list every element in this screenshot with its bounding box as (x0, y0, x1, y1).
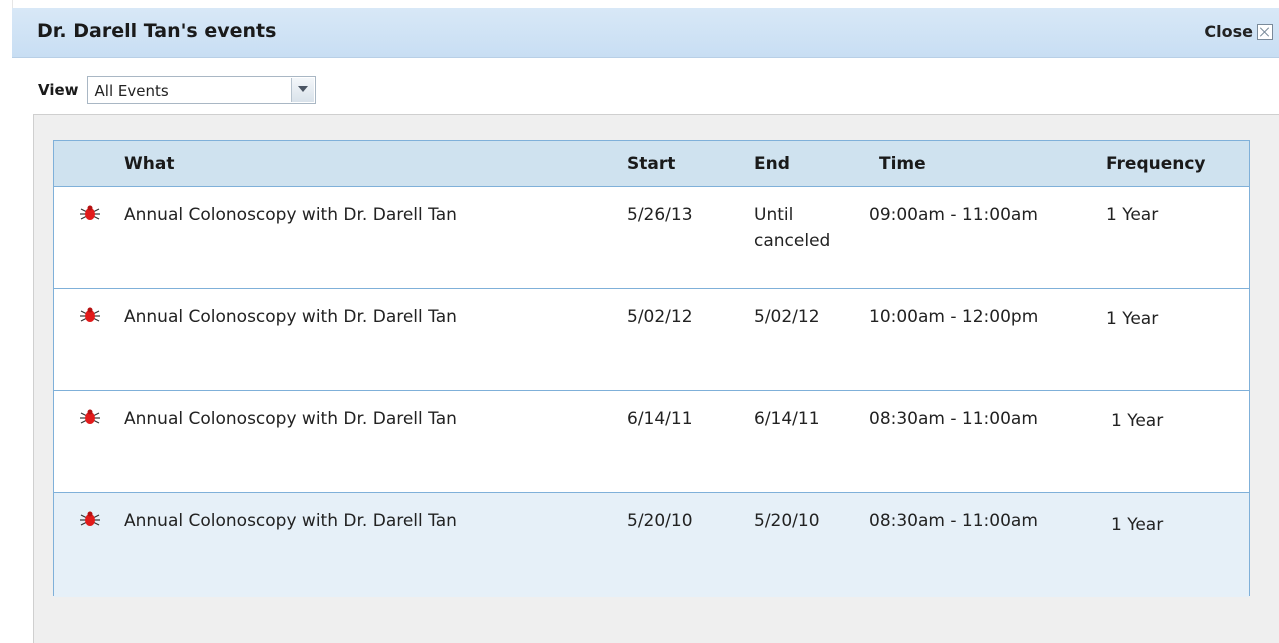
event-end: 5/02/12 (754, 307, 820, 327)
event-what[interactable]: Annual Colonoscopy with Dr. Darell Tan (124, 202, 457, 228)
bug-icon (80, 307, 100, 322)
view-label: View (38, 81, 79, 99)
column-header-frequency[interactable]: Frequency (1106, 154, 1206, 174)
bug-icon (80, 205, 100, 220)
view-filter: View All Events (38, 76, 316, 104)
event-time: 10:00am - 12:00pm (869, 307, 1039, 327)
bug-icon (80, 409, 100, 424)
close-label: Close (1204, 22, 1253, 41)
event-start: 5/02/12 (627, 307, 693, 327)
close-button[interactable]: Close (1204, 22, 1273, 41)
view-select[interactable]: All Events (86, 76, 316, 104)
event-end: Until canceled (754, 202, 830, 254)
table-header: What Start End Time Frequency (54, 141, 1249, 186)
table-row[interactable]: Annual Colonoscopy with Dr. Darell Tan 5… (54, 492, 1249, 597)
event-start: 5/20/10 (627, 511, 693, 531)
event-what[interactable]: Annual Colonoscopy with Dr. Darell Tan (124, 304, 457, 330)
bug-icon (80, 511, 100, 526)
column-header-what[interactable]: What (124, 154, 174, 174)
event-end: 6/14/11 (754, 409, 820, 429)
event-frequency: 1 Year (1111, 411, 1164, 431)
event-start: 5/26/13 (627, 205, 693, 225)
event-frequency: 1 Year (1111, 515, 1164, 535)
event-time: 08:30am - 11:00am (869, 511, 1038, 531)
event-what[interactable]: Annual Colonoscopy with Dr. Darell Tan (124, 406, 457, 432)
event-start: 6/14/11 (627, 409, 693, 429)
table-row[interactable]: Annual Colonoscopy with Dr. Darell Tan 5… (54, 288, 1249, 390)
event-end-line1: Until (754, 205, 794, 225)
column-header-time[interactable]: Time (879, 154, 926, 174)
event-end-line2: canceled (754, 231, 831, 251)
table-row[interactable]: Annual Colonoscopy with Dr. Darell Tan 5… (54, 186, 1249, 288)
view-select-value: All Events (94, 82, 169, 100)
event-end: 5/20/10 (754, 511, 820, 531)
close-icon (1257, 23, 1273, 40)
events-dialog: Dr. Darell Tan's events Close View All E… (12, 8, 1279, 643)
event-frequency: 1 Year (1106, 309, 1159, 329)
column-header-end[interactable]: End (754, 154, 790, 174)
event-what[interactable]: Annual Colonoscopy with Dr. Darell Tan (124, 508, 457, 534)
event-frequency: 1 Year (1106, 205, 1159, 225)
table-row[interactable]: Annual Colonoscopy with Dr. Darell Tan 6… (54, 390, 1249, 492)
chevron-down-icon[interactable] (290, 78, 314, 102)
dialog-titlebar: Dr. Darell Tan's events Close (12, 8, 1279, 58)
events-panel: What Start End Time Frequency Annual Col… (33, 114, 1279, 643)
events-table: What Start End Time Frequency Annual Col… (53, 140, 1250, 597)
event-time: 09:00am - 11:00am (869, 205, 1038, 225)
dialog-title: Dr. Darell Tan's events (37, 20, 277, 42)
column-header-start[interactable]: Start (627, 154, 675, 174)
event-time: 08:30am - 11:00am (869, 409, 1038, 429)
